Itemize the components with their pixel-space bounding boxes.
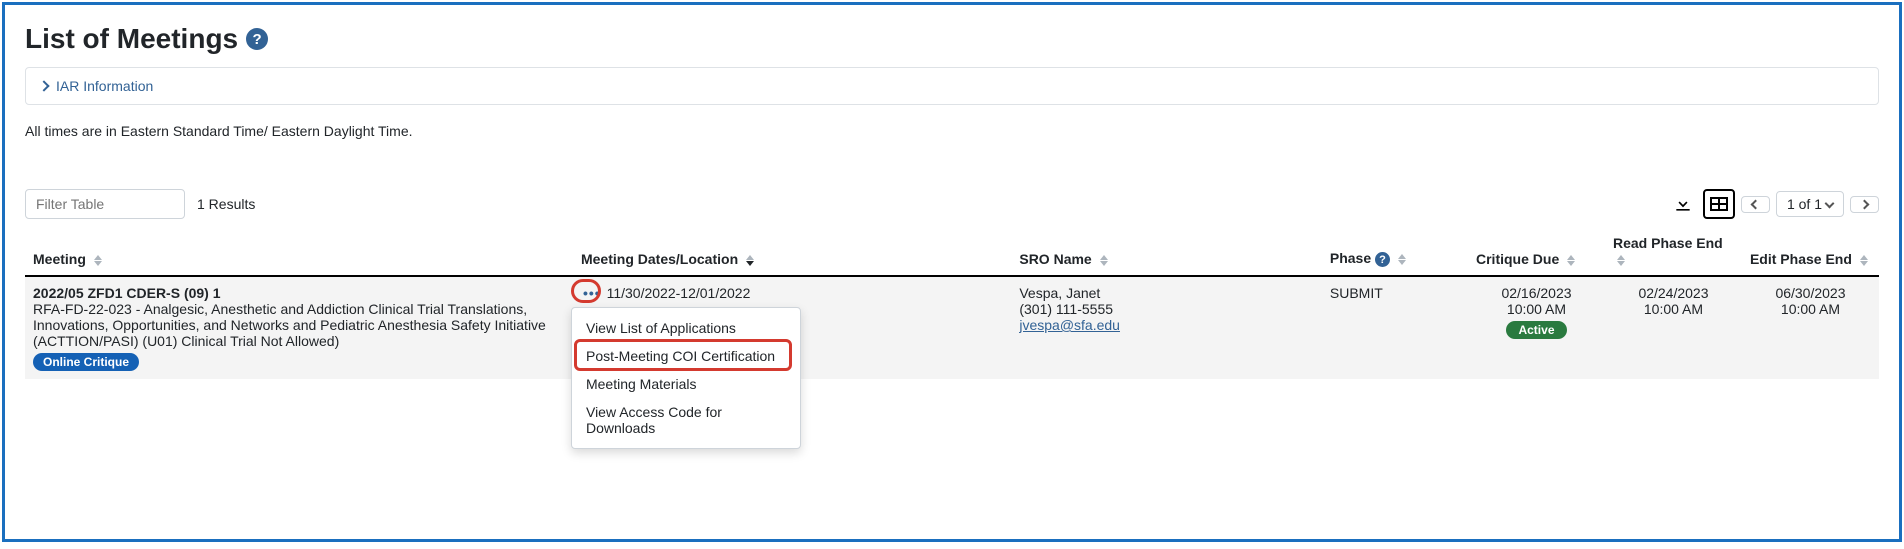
toolbar-left: 1 Results bbox=[25, 189, 255, 219]
sro-phone: (301) 111-5555 bbox=[1019, 301, 1314, 317]
online-critique-badge: Online Critique bbox=[33, 353, 139, 371]
sort-icon bbox=[1860, 255, 1868, 266]
cell-meeting: 2022/05 ZFD1 CDER-S (09) 1 RFA-FD-22-023… bbox=[25, 276, 573, 379]
column-settings-icon[interactable] bbox=[1703, 189, 1735, 219]
sort-icon bbox=[1567, 255, 1575, 266]
help-icon[interactable]: ? bbox=[246, 28, 268, 50]
page-frame: List of Meetings ? IAR Information All t… bbox=[2, 2, 1902, 542]
toolbar-right: 1 of 1 bbox=[1669, 189, 1879, 219]
menu-view-applications[interactable]: View List of Applications bbox=[572, 314, 800, 342]
col-header-read-end-label: Read Phase End bbox=[1613, 235, 1723, 251]
meeting-code: 2022/05 ZFD1 CDER-S (09) 1 bbox=[33, 285, 565, 301]
col-header-critique-due-label: Critique Due bbox=[1476, 251, 1559, 267]
phase-value: SUBMIT bbox=[1330, 285, 1383, 301]
page-title-text: List of Meetings bbox=[25, 23, 238, 55]
iar-info-label: IAR Information bbox=[56, 78, 153, 94]
filter-input[interactable] bbox=[25, 189, 185, 219]
cell-dates: ••• View List of Applications Post-Meeti… bbox=[573, 276, 1011, 379]
sort-icon bbox=[1617, 255, 1625, 266]
grid-icon bbox=[1710, 197, 1728, 211]
page-title: List of Meetings ? bbox=[25, 23, 1879, 55]
chevron-left-icon bbox=[1751, 199, 1761, 209]
col-header-edit-end[interactable]: Edit Phase End bbox=[1742, 225, 1879, 276]
row-actions-menu: View List of Applications Post-Meeting C… bbox=[571, 307, 801, 449]
table-header-row: Meeting Meeting Dates/Location SRO Name … bbox=[25, 225, 1879, 276]
meeting-dates: 11/30/2022-12/01/2022 bbox=[607, 285, 751, 301]
menu-post-meeting-coi-label: Post-Meeting COI Certification bbox=[586, 348, 775, 364]
results-count: 1 Results bbox=[197, 196, 255, 212]
cell-edit-end: 06/30/2023 10:00 AM bbox=[1742, 276, 1879, 379]
meeting-description: RFA-FD-22-023 - Analgesic, Anesthetic an… bbox=[33, 301, 565, 349]
sort-icon bbox=[1398, 254, 1406, 265]
col-header-edit-end-label: Edit Phase End bbox=[1750, 251, 1852, 267]
sort-icon bbox=[746, 255, 754, 266]
col-header-sro[interactable]: SRO Name bbox=[1011, 225, 1322, 276]
sort-icon bbox=[1100, 255, 1108, 266]
chevron-down-icon bbox=[1825, 198, 1835, 208]
edit-end-time: 10:00 AM bbox=[1750, 301, 1871, 317]
cell-read-end: 02/24/2023 10:00 AM bbox=[1605, 276, 1742, 379]
edit-end-date: 06/30/2023 bbox=[1750, 285, 1871, 301]
critique-due-time: 10:00 AM bbox=[1476, 301, 1597, 317]
col-header-meeting-label: Meeting bbox=[33, 251, 86, 267]
col-header-phase-label: Phase bbox=[1330, 250, 1371, 266]
annotation-highlight bbox=[571, 279, 601, 303]
sro-name: Vespa, Janet bbox=[1019, 285, 1314, 301]
menu-meeting-materials[interactable]: Meeting Materials bbox=[572, 370, 800, 398]
read-end-time: 10:00 AM bbox=[1613, 301, 1734, 317]
col-header-phase[interactable]: Phase ? bbox=[1322, 225, 1468, 276]
col-header-critique-due[interactable]: Critique Due bbox=[1468, 225, 1605, 276]
sort-icon bbox=[94, 255, 102, 266]
next-page-button[interactable] bbox=[1850, 196, 1879, 213]
read-end-date: 02/24/2023 bbox=[1613, 285, 1734, 301]
col-header-read-end[interactable]: Read Phase End bbox=[1605, 225, 1742, 276]
sro-email-link[interactable]: jvespa@sfa.edu bbox=[1019, 317, 1120, 333]
col-header-dates[interactable]: Meeting Dates/Location bbox=[573, 225, 1011, 276]
page-selector[interactable]: 1 of 1 bbox=[1776, 191, 1844, 217]
table-toolbar: 1 Results 1 of 1 bbox=[25, 189, 1879, 219]
critique-due-date: 02/16/2023 bbox=[1476, 285, 1597, 301]
menu-post-meeting-coi[interactable]: Post-Meeting COI Certification bbox=[572, 342, 800, 370]
help-icon[interactable]: ? bbox=[1375, 252, 1390, 267]
download-icon[interactable] bbox=[1669, 189, 1697, 219]
col-header-dates-label: Meeting Dates/Location bbox=[581, 251, 738, 267]
chevron-right-icon bbox=[1860, 199, 1870, 209]
critique-status-badge: Active bbox=[1506, 321, 1566, 339]
iar-info-panel[interactable]: IAR Information bbox=[25, 67, 1879, 105]
cell-sro: Vespa, Janet (301) 111-5555 jvespa@sfa.e… bbox=[1011, 276, 1322, 379]
cell-critique-due: 02/16/2023 10:00 AM Active bbox=[1468, 276, 1605, 379]
prev-page-button[interactable] bbox=[1741, 196, 1770, 213]
cell-phase: SUBMIT bbox=[1322, 276, 1468, 379]
page-indicator-text: 1 of 1 bbox=[1787, 196, 1822, 212]
menu-view-access-code[interactable]: View Access Code for Downloads bbox=[572, 398, 800, 442]
col-header-sro-label: SRO Name bbox=[1019, 251, 1091, 267]
chevron-right-icon bbox=[38, 80, 49, 91]
table-row: 2022/05 ZFD1 CDER-S (09) 1 RFA-FD-22-023… bbox=[25, 276, 1879, 379]
meetings-table: Meeting Meeting Dates/Location SRO Name … bbox=[25, 225, 1879, 379]
col-header-meeting[interactable]: Meeting bbox=[25, 225, 573, 276]
timezone-note: All times are in Eastern Standard Time/ … bbox=[25, 123, 1879, 139]
